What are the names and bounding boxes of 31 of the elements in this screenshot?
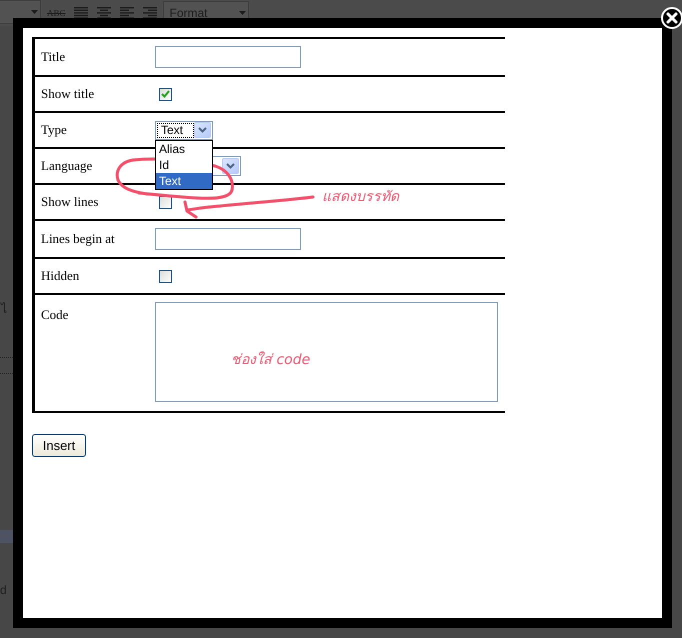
caret-down-icon bbox=[31, 10, 38, 14]
align-left-icon[interactable] bbox=[120, 7, 134, 19]
chevron-down-icon bbox=[194, 122, 211, 138]
chevron-down-icon bbox=[222, 158, 239, 174]
field-label: Show lines bbox=[40, 193, 100, 212]
dropdown-option[interactable]: Text bbox=[156, 172, 212, 188]
text-field[interactable] bbox=[155, 228, 301, 250]
dropdown-option[interactable]: Id bbox=[156, 156, 212, 172]
align-justify-icon[interactable] bbox=[74, 7, 88, 19]
code-textarea[interactable] bbox=[155, 302, 498, 402]
checkbox[interactable] bbox=[159, 270, 172, 282]
align-right-icon[interactable] bbox=[142, 7, 157, 19]
checkmark-icon bbox=[161, 90, 170, 98]
annotation-text: แสดงบรรทัด bbox=[322, 188, 399, 206]
align-center-icon[interactable] bbox=[96, 7, 111, 19]
field-label: Show title bbox=[40, 85, 96, 104]
field-label: Title bbox=[40, 48, 66, 66]
text-field[interactable] bbox=[155, 46, 301, 68]
dropdown-option[interactable]: Alias bbox=[156, 140, 212, 156]
annotation-text: ช่องใส่ code bbox=[231, 351, 310, 369]
caret-down-icon bbox=[238, 11, 246, 15]
checkbox[interactable] bbox=[159, 88, 172, 100]
field-label: Lines begin at bbox=[40, 230, 116, 248]
field-label: Code bbox=[40, 306, 70, 324]
dropdown-select[interactable]: Text bbox=[155, 120, 213, 140]
insert-button[interactable]: Insert bbox=[32, 434, 86, 457]
field-label: Language bbox=[40, 157, 94, 176]
close-icon[interactable] bbox=[661, 7, 682, 29]
field-label: Hidden bbox=[40, 267, 80, 286]
field-label: Type bbox=[40, 121, 68, 140]
background-bar bbox=[0, 530, 13, 543]
